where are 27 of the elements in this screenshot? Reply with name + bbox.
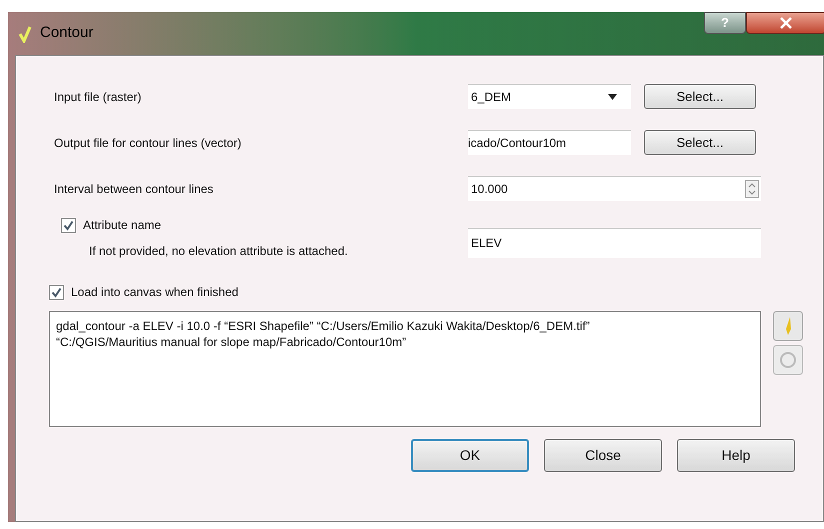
field-label: Interval between contour lines — [54, 180, 214, 198]
spin-arrows-icon[interactable] — [745, 180, 759, 198]
dialog-button[interactable]: Help — [677, 439, 795, 472]
window-title: Contour — [40, 23, 94, 44]
dialog-button[interactable]: OK — [411, 439, 529, 472]
attribute-name-field[interactable]: ELEV — [468, 228, 761, 258]
close-icon — [780, 17, 792, 29]
output-path-field[interactable]: icado/Contour10m — [468, 130, 631, 155]
dropdown-icon — [608, 94, 617, 100]
checkbox-label: Attribute name — [83, 217, 162, 234]
field-label: Input file (raster) — [54, 88, 142, 106]
checkbox-label: Load into canvas when finished — [71, 284, 238, 301]
field-label: Output file for contour lines (vector) — [54, 134, 242, 152]
checkbox[interactable] — [49, 284, 64, 300]
combo-value: 6_DEM — [471, 89, 512, 106]
hint-text: If not provided, no elevation attribute is attached. — [89, 243, 348, 260]
command-text-area[interactable]: gdal_contour -a ELEV -i 10.0 -f “ESRI Shapefile” “C:/Users/Emilio Kazuki Wakita/Desktop/6_DEM.tif” “C:/QGIS/Mauritius manual for slope map/Fabricado/Contour10m” — [49, 311, 761, 427]
close-button[interactable] — [746, 12, 824, 34]
dialog-button[interactable]: Close — [544, 439, 662, 472]
interval-value: 10.000 — [471, 181, 509, 198]
raster-combo[interactable]: 6_DEM — [468, 84, 631, 109]
command-text: gdal_contour -a ELEV -i 10.0 -f “ESRI Shapefile” “C:/Users/Emilio Kazuki Wakita/Desktop/6_DEM.tif” “C:/QGIS/Mauritius manual for slope map/Fabricado/Contour10m” — [56, 318, 591, 350]
checkbox[interactable] — [61, 218, 76, 232]
app-icon — [18, 24, 32, 42]
interval-spinbox[interactable]: 10.000 — [468, 176, 761, 201]
select-button[interactable]: Select... — [644, 84, 756, 109]
select-button[interactable]: Select... — [644, 130, 756, 155]
